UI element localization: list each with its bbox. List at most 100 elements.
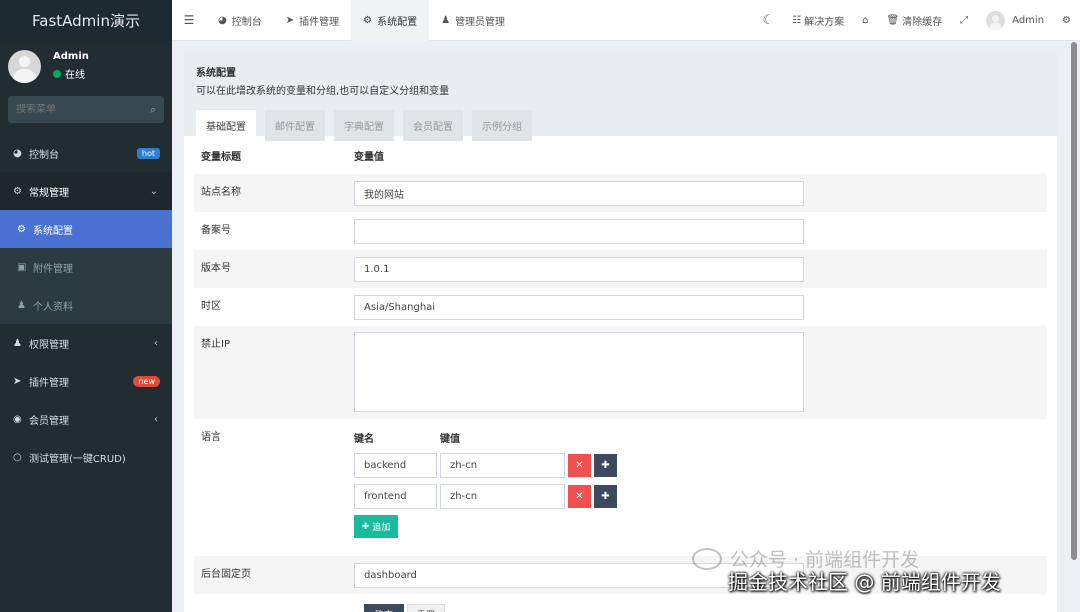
config-panel: 系统配置 可以在此增改系统的变量和分组,也可以自定义分组和变量 基础配置 邮件配… xyxy=(184,52,1057,612)
home-icon: ⌂ xyxy=(862,14,869,26)
col-value: 变量值 xyxy=(354,151,384,163)
scroll-thumb[interactable] xyxy=(1071,42,1077,560)
list-item: frontend zh-cn ✕ ✚ xyxy=(354,484,1047,509)
remove-button[interactable]: ✕ xyxy=(568,454,591,477)
submit-button[interactable]: 确定 xyxy=(364,604,404,612)
value-input[interactable]: zh-cn xyxy=(440,453,565,478)
version-field[interactable]: 1.0.1 xyxy=(354,256,804,282)
moon-icon: ☾ xyxy=(762,12,775,28)
search-icon[interactable]: ⌕ xyxy=(150,103,156,117)
user-circle-icon: ◉ xyxy=(13,413,22,425)
key-input[interactable]: frontend xyxy=(354,484,437,509)
page-description: 可以在此增改系统的变量和分组,也可以自定义分组和变量 xyxy=(196,86,450,97)
sidebar-item-plugins[interactable]: ➤ 插件管理 new xyxy=(0,362,172,400)
sidebar-search: ⌕ xyxy=(8,96,164,123)
close-icon: ✕ xyxy=(575,460,584,471)
top-navbar: ☰ ◕ 控制台 ➤ 插件管理 ⚙ 系统配置 ♟ 管理员管理 ☾ ☷ 解决方案 ⌂… xyxy=(172,0,1080,41)
key-header: 键名 xyxy=(354,434,374,445)
panel-header: 系统配置 可以在此增改系统的变量和分组,也可以自定义分组和变量 基础配置 邮件配… xyxy=(184,52,1057,141)
sidebar-item-members[interactable]: ◉ 会员管理 ‹ xyxy=(0,400,172,438)
user-status: 在线 xyxy=(53,66,89,81)
chevron-down-icon: ⌄ xyxy=(149,185,158,197)
reset-button[interactable]: 重置 xyxy=(407,604,445,612)
chevron-left-icon: ‹ xyxy=(154,337,158,349)
sidebar-item-dashboard[interactable]: ◕ 控制台 hot xyxy=(0,134,172,172)
solutions-link[interactable]: ☷ 解决方案 xyxy=(783,0,853,41)
clear-cache-button[interactable]: 🗑 清除缓存 xyxy=(877,0,951,41)
home-button[interactable]: ⌂ xyxy=(853,0,877,41)
append-button[interactable]: ✚ 追加 xyxy=(354,515,398,538)
table-row: 禁止IP xyxy=(194,326,1047,419)
dashboard-icon: ◕ xyxy=(13,147,22,159)
group-icon: ♟ xyxy=(13,337,22,349)
page-title: 系统配置 xyxy=(196,68,236,79)
sidebar-item-label: 会员管理 xyxy=(29,415,69,427)
remove-button[interactable]: ✕ xyxy=(568,485,591,508)
field-label: 站点名称 xyxy=(201,187,241,198)
key-input[interactable]: backend xyxy=(354,453,437,478)
online-dot-icon xyxy=(53,69,61,78)
fullscreen-button[interactable]: ⤢ xyxy=(951,0,977,41)
timezone-field[interactable]: Asia/Shanghai xyxy=(354,294,804,320)
config-form: 变量标题 变量值 站点名称 我的网站 备案号 版本号 1.0.1 时区 Asia… xyxy=(184,136,1057,612)
sidebar-item-label: 个人资料 xyxy=(33,301,73,313)
user-name: Admin xyxy=(53,51,89,62)
tab-admins[interactable]: ♟ 管理员管理 xyxy=(429,0,517,41)
settings-button[interactable]: ⚙ xyxy=(1053,0,1080,41)
page-scrollbar[interactable] xyxy=(1070,42,1078,612)
sidebar-item-permissions[interactable]: ♟ 权限管理 ‹ xyxy=(0,324,172,362)
clear-cache-label: 清除缓存 xyxy=(902,16,943,28)
sitemap-icon: ☷ xyxy=(792,14,802,26)
watermark-credit: 掘金技术社区 @ 前端组件开发 xyxy=(728,570,1001,594)
tab-plugins[interactable]: ➤ 插件管理 xyxy=(274,0,351,41)
hot-badge: hot xyxy=(136,147,160,159)
sidebar-item-profile[interactable]: ♟ 个人资料 xyxy=(0,286,172,324)
tab-label: 控制台 xyxy=(231,16,262,28)
chevron-left-icon: ‹ xyxy=(154,413,158,425)
menu-toggle-icon[interactable]: ☰ xyxy=(172,13,206,27)
table-header: 变量标题 变量值 xyxy=(194,136,1047,174)
menu-search-input[interactable] xyxy=(16,104,150,115)
user-status-label: 在线 xyxy=(65,70,85,81)
table-row: 版本号 1.0.1 xyxy=(194,250,1047,288)
kv-header: 键名 键值 xyxy=(354,430,1047,445)
image-icon: ▣ xyxy=(17,261,27,273)
solutions-label: 解决方案 xyxy=(804,16,845,28)
plus-icon: ✚ xyxy=(361,521,370,532)
username-label: Admin xyxy=(1012,14,1045,26)
user-panel: Admin 在线 xyxy=(0,41,172,91)
site-name-field[interactable]: 我的网站 xyxy=(354,180,804,206)
app-logo[interactable]: FastAdmin演示 xyxy=(0,0,172,41)
user-menu[interactable]: Admin xyxy=(977,0,1053,41)
drag-handle[interactable]: ✚ xyxy=(594,454,617,477)
sidebar-item-general[interactable]: ⚙ 常规管理 ⌄ xyxy=(0,172,172,210)
rocket-icon: ➤ xyxy=(13,375,22,387)
field-label: 备案号 xyxy=(201,225,231,236)
value-header: 键值 xyxy=(440,434,460,445)
table-row: 语言 键名 键值 backend zh-cn ✕ ✚ frontend zh-c… xyxy=(194,419,1047,556)
move-icon: ✚ xyxy=(601,460,610,471)
tab-dashboard[interactable]: ◕ 控制台 xyxy=(206,0,274,41)
cogs-icon: ⚙ xyxy=(13,185,22,197)
sidebar-item-label: 附件管理 xyxy=(33,263,73,275)
sidebar-item-test[interactable]: ○ 测试管理(一键CRUD) xyxy=(0,438,172,476)
new-badge: new xyxy=(133,375,160,387)
tab-system-config[interactable]: ⚙ 系统配置 xyxy=(351,0,430,41)
field-label: 版本号 xyxy=(201,263,231,274)
table-row: 备案号 xyxy=(194,212,1047,250)
close-icon: ✕ xyxy=(575,491,584,502)
tab-label: 管理员管理 xyxy=(455,16,506,28)
dark-mode-toggle[interactable]: ☾ xyxy=(753,0,783,41)
sidebar-menu: ◕ 控制台 hot ⚙ 常规管理 ⌄ ⚙ 系统配置 ▣ 附件管理 ♟ 个人资料 … xyxy=(0,134,172,476)
sidebar-item-label: 系统配置 xyxy=(33,225,73,237)
beian-field[interactable] xyxy=(354,218,804,244)
append-label: 追加 xyxy=(372,523,391,533)
sidebar-item-system-config[interactable]: ⚙ 系统配置 xyxy=(0,210,172,248)
sidebar-item-attachments[interactable]: ▣ 附件管理 xyxy=(0,248,172,286)
dashboard-icon: ◕ xyxy=(218,14,227,26)
value-input[interactable]: zh-cn xyxy=(440,484,565,509)
trash-icon: 🗑 xyxy=(886,14,900,26)
drag-handle[interactable]: ✚ xyxy=(594,485,617,508)
forbidden-ip-textarea[interactable] xyxy=(354,332,804,412)
user-icon: ♟ xyxy=(441,14,451,26)
